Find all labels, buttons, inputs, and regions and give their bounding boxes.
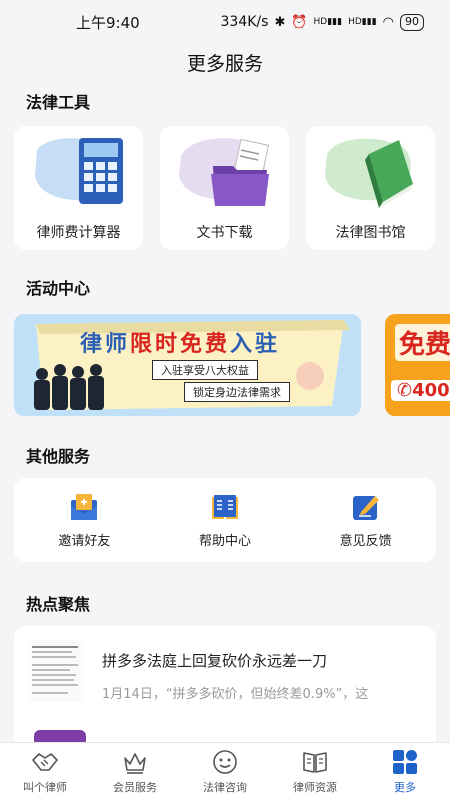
- page-title-bar: 更多服务: [0, 44, 450, 80]
- service-help-center[interactable]: 帮助中心: [155, 478, 296, 562]
- folder-document-icon: [175, 132, 275, 216]
- network-speed: 334K/s: [220, 14, 269, 30]
- lawyer-join-banner[interactable]: 律师限时免费入驻 入驻享受八大权益 锁定身边法律需求: [14, 314, 361, 416]
- bottom-tab-bar: 叫个律师 会员服务 法律咨询 律师资源 更多: [0, 742, 450, 800]
- free-consult-banner[interactable]: 免费 ✆400: [385, 314, 450, 416]
- hot-topics-list: 拼多多法庭上回复砍价永远差一刀 1月14日，“拼多多砍价，但始终差0.9%”，这: [14, 626, 436, 744]
- tab-label: 法律咨询: [203, 781, 247, 794]
- alarm-icon: ⏰: [291, 14, 308, 30]
- status-time: 上午9:40: [76, 13, 140, 32]
- page-title: 更多服务: [186, 52, 263, 75]
- help-book-icon: [212, 494, 238, 519]
- calculator-icon: [29, 132, 129, 216]
- other-services-card: 邀请好友 帮助中心 意见反馈: [14, 478, 436, 562]
- book-icon: [321, 132, 421, 216]
- tab-label: 叫个律师: [23, 781, 67, 794]
- service-label: 意见反馈: [339, 533, 392, 549]
- tap-hand-icon: [296, 362, 324, 390]
- tool-card-law-library[interactable]: 法律图书馆: [306, 126, 435, 250]
- section-title-other-services: 其他服务: [26, 447, 91, 466]
- wifi-icon: ◠: [382, 14, 394, 30]
- signal-icon: HD▮▮▮: [348, 17, 377, 27]
- section-title-hot-topics: 热点聚焦: [26, 595, 91, 614]
- tool-card-document-download[interactable]: 文书下载: [160, 126, 289, 250]
- tab-label: 律师资源: [293, 781, 337, 794]
- section-title-legal-tools: 法律工具: [26, 93, 91, 112]
- tab-label: 更多: [394, 781, 416, 794]
- service-invite-friends[interactable]: 邀请好友: [14, 478, 155, 562]
- status-icons: 334K/s ✱ ⏰ HD▮▮▮ HD▮▮▮ ◠ 90: [220, 13, 424, 31]
- invite-envelope-icon: [71, 493, 98, 520]
- banner2-phone: ✆400: [391, 380, 450, 401]
- grid-more-icon: [393, 750, 417, 774]
- tool-label: 法律图书馆: [335, 225, 406, 241]
- banner-headline: 律师限时免费入驻: [80, 332, 281, 357]
- open-book-icon: [303, 752, 327, 773]
- banner-line1: 入驻享受八大权益: [152, 360, 258, 380]
- handshake-icon: [32, 753, 58, 771]
- news-title: 拼多多法庭上回复砍价永远差一刀: [102, 652, 328, 670]
- tool-label: 文书下载: [196, 225, 253, 241]
- signal-icon: HD▮▮▮: [313, 17, 343, 27]
- news-description: 1月14日，“拼多多砍价，但始终差0.9%”，这: [102, 687, 369, 702]
- tool-card-fee-calculator[interactable]: 律师费计算器: [14, 126, 143, 250]
- crown-icon: [124, 753, 146, 774]
- service-feedback[interactable]: 意见反馈: [295, 478, 436, 562]
- news-item[interactable]: 拼多多法庭上回复砍价永远差一刀 1月14日，“拼多多砍价，但始终差0.9%”，这: [14, 626, 436, 702]
- tab-label: 会员服务: [113, 781, 157, 794]
- smile-face-icon: [213, 750, 237, 774]
- banner2-headline: 免费: [395, 324, 450, 361]
- bluetooth-icon: ✱: [274, 14, 286, 30]
- tab-lawyer-resources[interactable]: 律师资源: [270, 743, 360, 800]
- legal-tools-grid: 律师费计算器 文书下载 法律图书馆: [0, 126, 450, 250]
- activity-banner-carousel: 律师限时免费入驻 入驻享受八大权益 锁定身边法律需求 免费 ✆400: [0, 314, 450, 416]
- battery-icon: 90: [400, 13, 424, 31]
- feedback-edit-icon: [352, 495, 379, 520]
- banner-line2: 锁定身边法律需求: [184, 382, 290, 402]
- tool-label: 律师费计算器: [36, 225, 121, 241]
- news-thumbnail: [28, 640, 84, 702]
- tab-legal-consult[interactable]: 法律咨询: [180, 743, 270, 800]
- tab-call-lawyer[interactable]: 叫个律师: [0, 743, 90, 800]
- phone-icon: ✆: [397, 380, 413, 401]
- tab-member-service[interactable]: 会员服务: [90, 743, 180, 800]
- section-title-activity: 活动中心: [26, 279, 91, 298]
- service-label: 帮助中心: [199, 533, 252, 549]
- tab-more[interactable]: 更多: [360, 743, 450, 800]
- service-label: 邀请好友: [58, 533, 111, 549]
- status-bar: 上午9:40 334K/s ✱ ⏰ HD▮▮▮ HD▮▮▮ ◠ 90: [0, 0, 450, 44]
